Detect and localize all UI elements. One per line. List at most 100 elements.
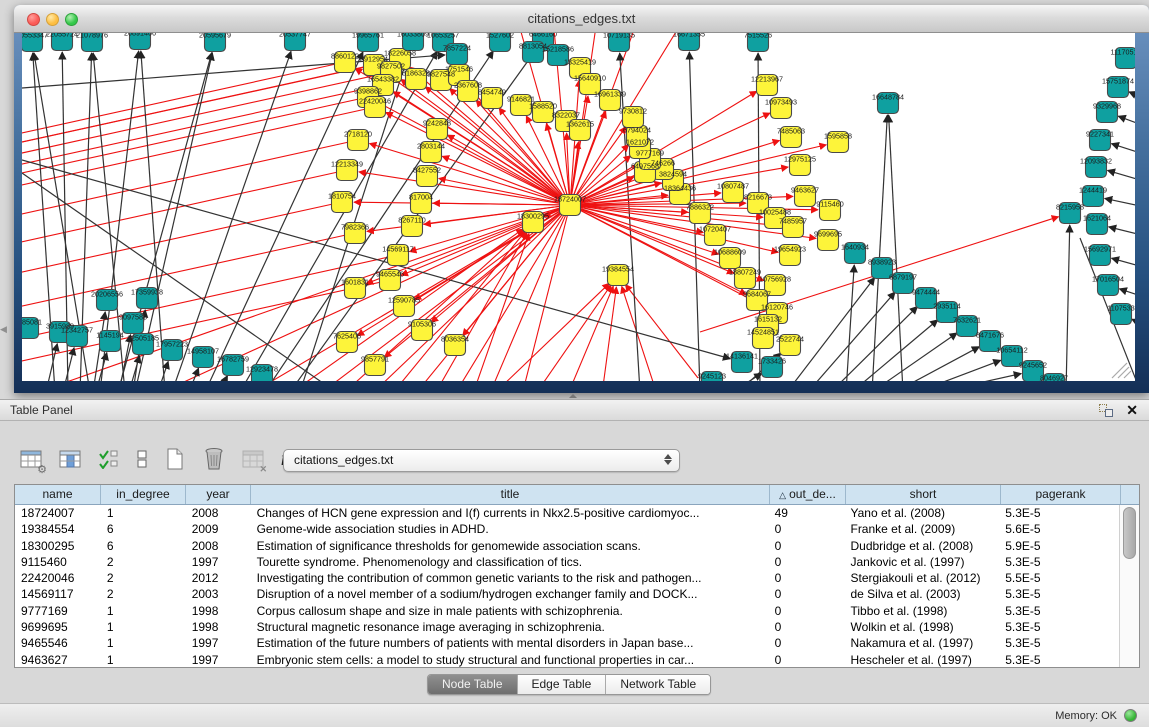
table-cell: 5.3E-5 — [999, 505, 1119, 521]
network-edge[interactable] — [172, 51, 291, 381]
table-cell: 1 — [101, 635, 186, 651]
network-edge[interactable] — [22, 170, 347, 260]
network-edge[interactable] — [433, 203, 570, 205]
new-table-icon[interactable] — [162, 446, 188, 472]
table-row[interactable]: 969969511998Structural magnetic resonanc… — [15, 619, 1119, 635]
node-label: 12505185 — [127, 334, 159, 343]
node-label: 18300295 — [517, 212, 549, 221]
splitter-handle[interactable] — [569, 394, 577, 398]
network-edge[interactable] — [1105, 198, 1135, 208]
window-titlebar[interactable]: citations_edges.txt — [14, 5, 1149, 33]
table-row[interactable]: 977716911998Corpus callosum shape and si… — [15, 603, 1119, 619]
tab-node-table[interactable]: Node Table — [428, 675, 518, 694]
network-edge[interactable] — [22, 140, 358, 232]
table-scrollbar[interactable] — [1119, 505, 1139, 667]
network-edge[interactable] — [846, 265, 854, 381]
table-row[interactable]: 1456911722003Disruption of a novel membe… — [15, 586, 1119, 602]
column-header-in_degree[interactable]: in_degree — [101, 485, 186, 504]
column-header-pagerank[interactable]: pagerank — [1001, 485, 1121, 504]
network-edge[interactable] — [1112, 258, 1135, 269]
minimize-window-button[interactable] — [46, 13, 59, 26]
node-label: 7625406 — [333, 332, 361, 341]
node-label: 1640934 — [841, 243, 869, 252]
select-rows-icon[interactable] — [96, 446, 122, 472]
network-view-window: citations_edges.txt 187240078860122891 — [14, 5, 1149, 393]
network-canvas[interactable]: 1872400788601228912954182260589827502165… — [22, 33, 1135, 381]
network-edge[interactable] — [570, 80, 579, 205]
node-label: 2803144 — [417, 142, 445, 151]
network-edge[interactable] — [1119, 289, 1135, 299]
table-settings-icon[interactable]: ⚙ — [18, 446, 44, 472]
network-edge[interactable] — [135, 53, 212, 381]
zoom-window-button[interactable] — [65, 13, 78, 26]
column-header-year[interactable]: year — [186, 485, 251, 504]
column-header-title[interactable]: title — [251, 485, 770, 504]
float-panel-icon[interactable] — [1099, 404, 1113, 417]
network-edge[interactable] — [141, 51, 165, 381]
delete-column-icon[interactable] — [201, 446, 227, 472]
node-label: 10756928 — [759, 275, 791, 284]
node-label: 9245123 — [698, 372, 726, 381]
column-header-name[interactable]: name — [15, 485, 101, 504]
network-edge[interactable] — [537, 285, 611, 381]
network-edge[interactable] — [219, 376, 227, 381]
network-edge[interactable] — [1132, 319, 1135, 328]
close-window-button[interactable] — [27, 13, 40, 26]
network-edge[interactable] — [1118, 116, 1135, 128]
network-edge[interactable] — [1108, 170, 1135, 183]
network-edge[interactable] — [63, 348, 74, 381]
node-label: 1244419 — [1079, 186, 1107, 195]
network-edge[interactable] — [475, 233, 529, 381]
network-edge[interactable] — [1129, 92, 1135, 101]
table-row[interactable]: 1938455462009Genome-wide association stu… — [15, 521, 1119, 537]
node-label: 6466160 — [529, 33, 557, 39]
network-edge[interactable] — [1109, 227, 1135, 237]
table-row[interactable]: 946362711997Embryonic stem cells: a mode… — [15, 652, 1119, 667]
tab-network-table[interactable]: Network Table — [606, 675, 710, 694]
network-edge[interactable] — [917, 360, 1001, 381]
table-row[interactable]: 1830029562008Estimation of significance … — [15, 538, 1119, 554]
table-select-dropdown[interactable]: citations_edges.txt — [283, 449, 680, 472]
network-edge[interactable] — [1066, 225, 1070, 381]
network-edge[interactable] — [602, 287, 616, 381]
network-edge[interactable] — [568, 286, 613, 381]
table-cell: 5.3E-5 — [999, 554, 1119, 570]
row-height-icon[interactable] — [135, 446, 149, 472]
close-panel-icon[interactable]: ✕ — [1126, 402, 1138, 418]
table-row[interactable]: 2242004622012Investigating the contribut… — [15, 570, 1119, 586]
delete-table-icon[interactable]: ✕ — [240, 446, 266, 472]
network-edge[interactable] — [22, 59, 400, 160]
node-label: 8046927 — [1040, 374, 1068, 382]
column-header-short[interactable]: short — [846, 485, 1001, 504]
node-label: 18364436 — [664, 184, 696, 193]
table-row[interactable]: 946554611997Estimation of the future num… — [15, 635, 1119, 651]
node-label: 6497568 — [631, 162, 659, 171]
select-columns-icon[interactable] — [57, 446, 83, 472]
node-label: 8322037 — [552, 111, 580, 120]
network-edge[interactable] — [369, 144, 570, 205]
network-edge[interactable] — [450, 205, 570, 381]
network-edge[interactable] — [22, 72, 391, 171]
collapse-arrow-icon[interactable]: ◀ — [0, 324, 7, 335]
network-edge[interactable] — [895, 347, 979, 381]
table-row[interactable]: 1872400712008Changes of HCN gene express… — [15, 505, 1119, 521]
table-header-row: namein_degreeyeartitle△out_de...shortpag… — [15, 485, 1139, 505]
node-label: 10719135 — [603, 33, 635, 40]
table-row[interactable]: 911546021997Tourette syndrome. Phenomeno… — [15, 554, 1119, 570]
network-edge[interactable] — [1111, 144, 1135, 156]
scrollbar-thumb[interactable] — [1123, 507, 1136, 559]
tab-edge-table[interactable]: Edge Table — [518, 675, 607, 694]
node-label: 817004 — [409, 193, 433, 202]
network-edge[interactable] — [872, 115, 887, 381]
table-cell: 9777169 — [15, 603, 101, 619]
table-cell: 0 — [769, 619, 845, 635]
memory-status-icon[interactable] — [1124, 709, 1137, 722]
node-label: 19384554 — [602, 265, 634, 274]
column-header-out_de[interactable]: △out_de... — [770, 485, 846, 504]
table-cell: 1 — [101, 619, 186, 635]
network-edge[interactable] — [889, 115, 903, 381]
resize-grip-icon[interactable] — [1112, 363, 1131, 378]
node-label: 14524851 — [747, 328, 779, 337]
node-label: 12213349 — [331, 160, 363, 169]
node-label: 19654923 — [774, 245, 806, 254]
